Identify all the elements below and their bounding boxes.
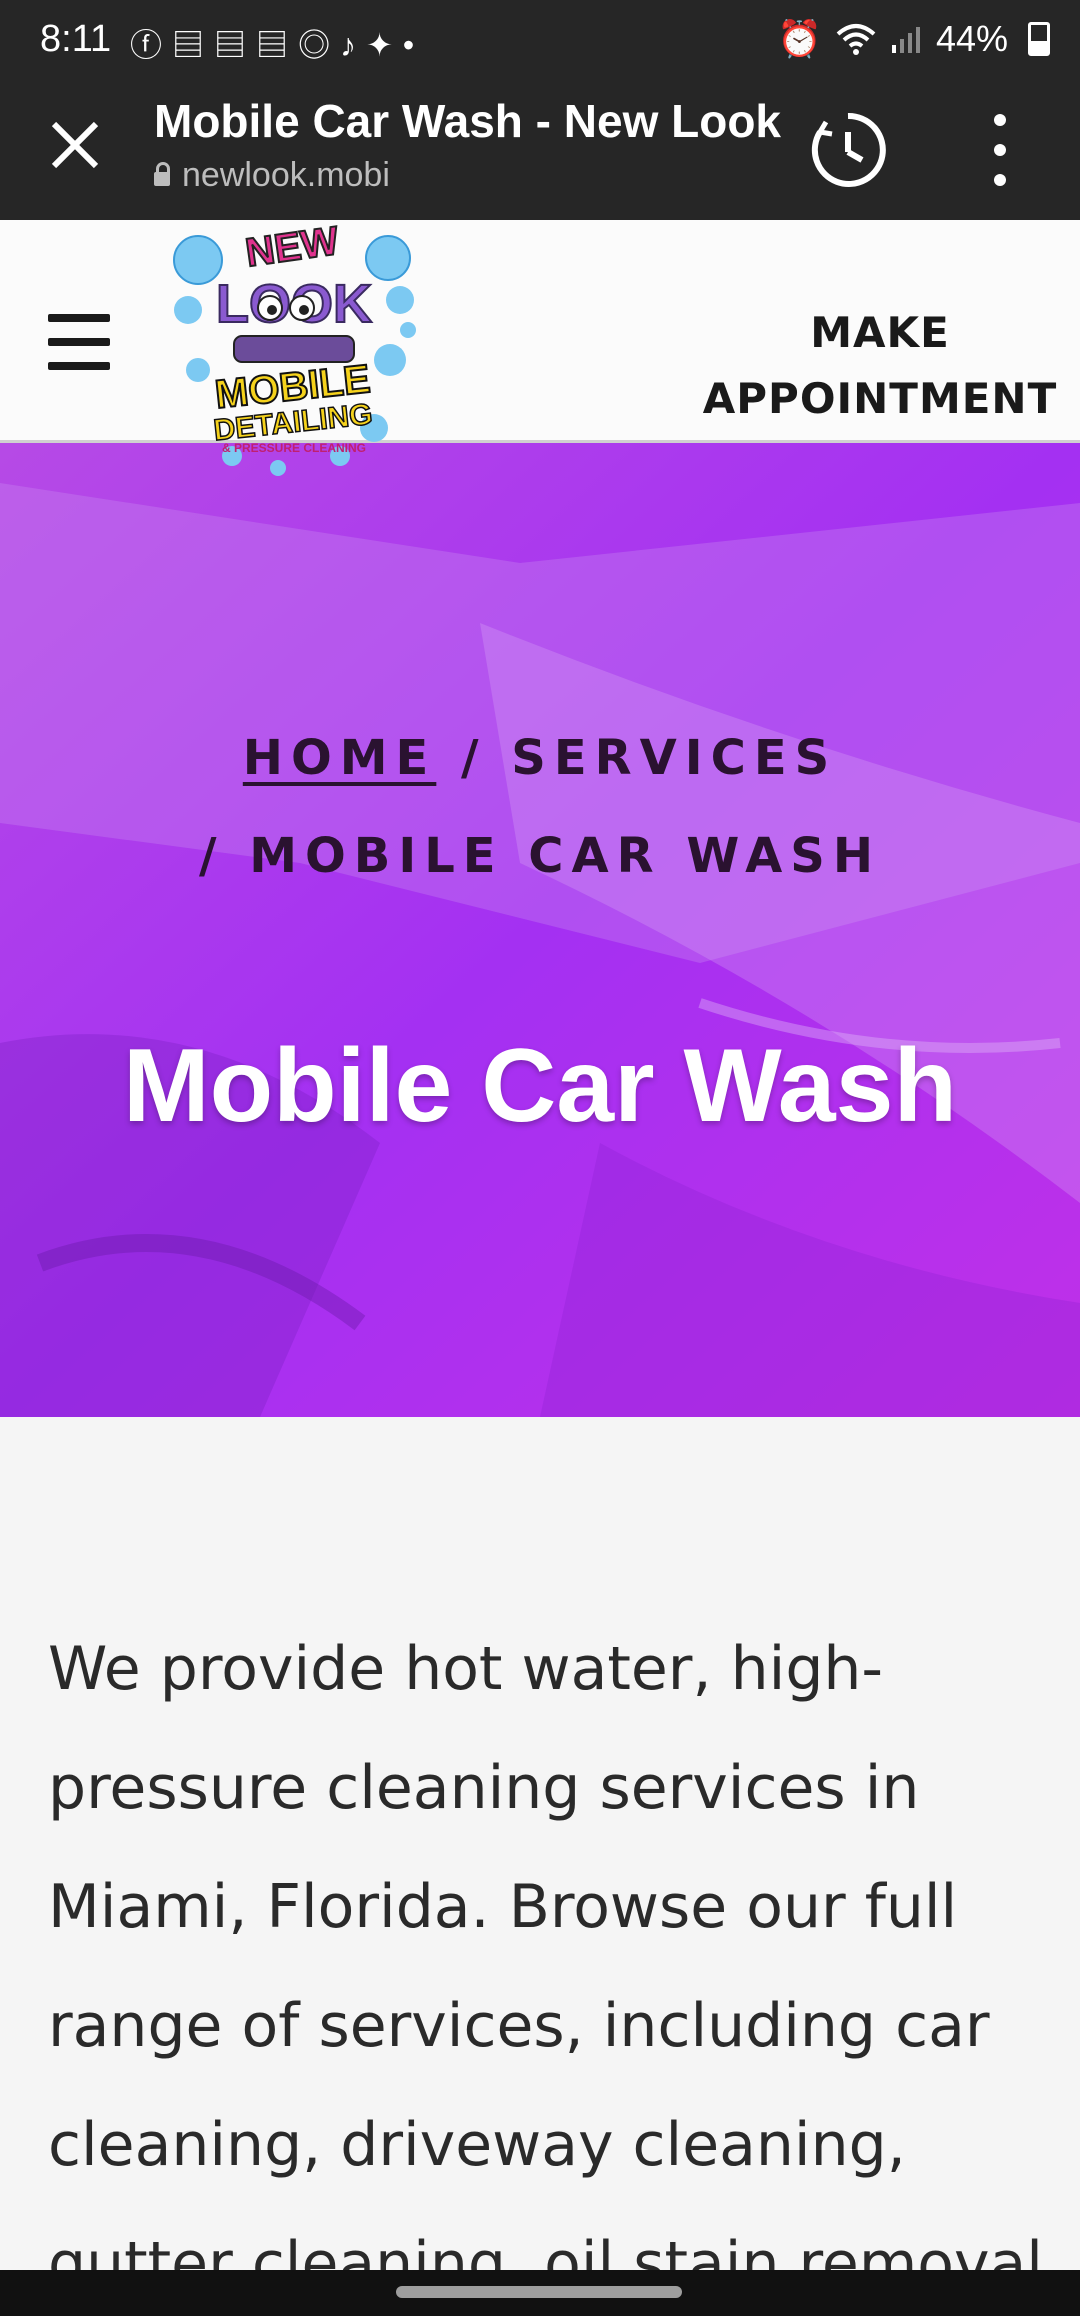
site-header: MAKE APPOINTMENT [0,220,1080,443]
logo-text-pressure: & PRESSURE CLEANING [222,441,366,455]
url-bar[interactable]: newlook.mobi [154,156,390,195]
hero-banner: HOME / SERVICES / MOBILE CAR WASH Mobile… [0,443,1080,1417]
hamburger-line [48,314,110,322]
home-gesture-handle[interactable] [396,2286,682,2298]
appointment-line-2: APPOINTMENT [702,374,1058,423]
hero-title: Mobile Car Wash [122,1028,958,1144]
facebook-icon: ⓕ [130,27,173,63]
tiktok-icon: ♪ [340,27,367,63]
hero-background-image [0,443,1080,1417]
breadcrumb-separator: / [198,828,250,884]
intro-paragraph: We provide hot water, high-pressure clea… [48,1634,1043,2270]
navigation-bar [0,2270,1080,2316]
hamburger-line [48,362,110,370]
system-icons: ⏰ 44% [777,18,1050,60]
page-title: Mobile Car Wash - New Look [154,95,782,147]
url-text: newlook.mobi [182,156,390,194]
status-time: 8:11 [40,18,112,60]
close-button[interactable] [40,110,110,180]
wifi-icon [836,24,876,55]
logo-text-new: NEW [243,220,342,275]
more-icon-dot [994,174,1006,186]
twitter-icon: ✦ [366,27,403,63]
breadcrumb-separator: / [436,730,512,786]
signal-icon [891,27,920,53]
dot-icon: • [402,27,425,63]
hamburger-menu-button[interactable] [48,314,110,370]
site-logo[interactable]: NEW LOOK MOBILE DETAILING & PRESSURE CLE… [168,220,420,480]
status-bar: 8:11 ⓕ▤▤▤◎♪✦• ⏰ 44% [0,0,1080,80]
hamburger-line [48,338,110,346]
make-appointment-button[interactable]: MAKE APPOINTMENT [700,300,1060,432]
breadcrumb: HOME / SERVICES / MOBILE CAR WASH [0,709,1080,905]
newspaper-icon: ▤ [256,27,299,63]
battery-percent: 44% [935,18,1008,59]
more-icon-dot [994,144,1006,156]
breadcrumb-services: SERVICES [511,730,838,786]
battery-icon [1028,22,1050,56]
more-icon [994,114,1006,126]
alarm-icon: ⏰ [777,18,822,59]
history-button[interactable] [806,108,890,192]
lock-icon [154,161,170,186]
instagram-icon: ◎ [298,27,341,63]
breadcrumb-current: MOBILE CAR WASH [249,828,882,884]
browser-toolbar: Mobile Car Wash - New Look newlook.mobi [0,80,1080,220]
appointment-line-1: MAKE [810,308,950,357]
history-icon [811,112,886,187]
newspaper-icon: ▤ [172,27,215,63]
close-icon [51,121,99,169]
breadcrumb-home-link[interactable]: HOME [243,730,437,786]
more-options-button[interactable] [980,114,1020,186]
newspaper-icon: ▤ [214,27,257,63]
notification-icons: ⓕ▤▤▤◎♪✦• [130,20,424,66]
